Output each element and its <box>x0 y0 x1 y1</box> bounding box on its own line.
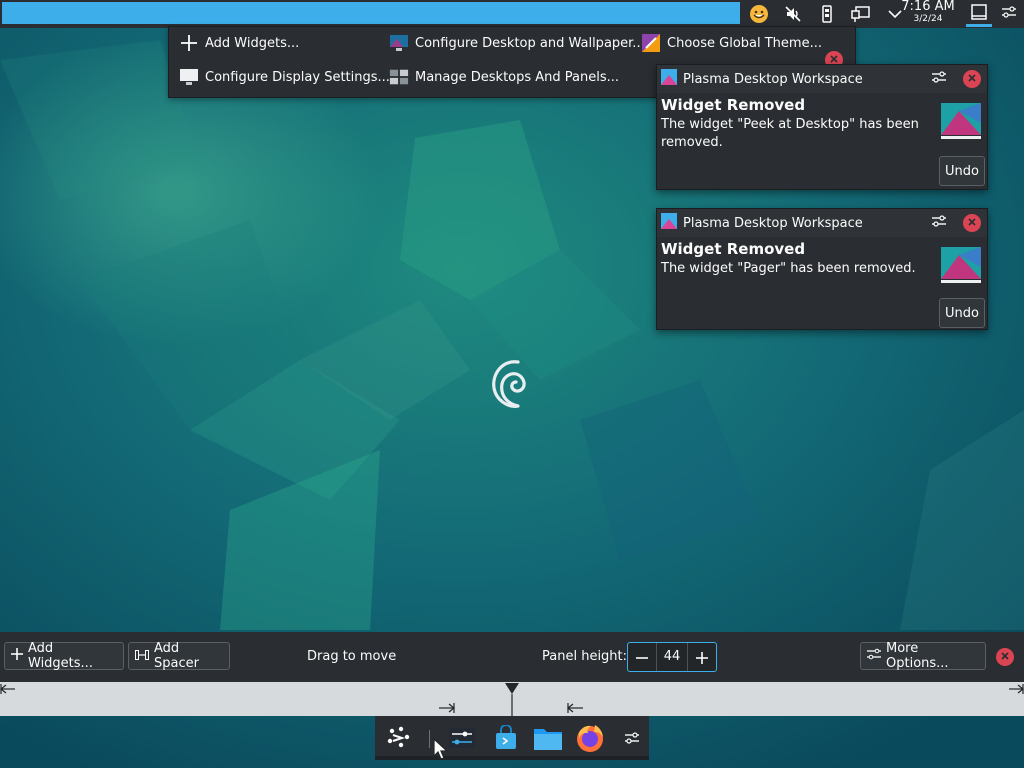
decrease-height-button[interactable] <box>628 643 656 671</box>
right-edge-arrow-icon[interactable] <box>1008 682 1024 700</box>
panel-height-spinbox[interactable]: 44 <box>627 642 717 672</box>
discover-store-icon[interactable] <box>489 722 523 754</box>
sliders-icon <box>931 214 947 232</box>
close-edit-mode-button[interactable] <box>996 648 1014 666</box>
window-icon <box>971 4 987 24</box>
usb-device-icon[interactable] <box>810 0 844 28</box>
notification-config-button[interactable] <box>929 70 949 88</box>
system-settings-icon[interactable] <box>445 722 479 754</box>
plasma-app-icon <box>661 213 677 233</box>
left-edge-arrow-icon[interactable] <box>0 682 16 700</box>
panel-size-ruler <box>0 682 1024 716</box>
notification-title: Widget Removed <box>661 96 806 114</box>
add-spacer-label: Add Spacer <box>154 641 199 671</box>
panel-config-icon[interactable] <box>615 722 649 754</box>
notification-close-button[interactable] <box>963 214 981 232</box>
toolbox-item-label: Add Widgets... <box>205 35 300 51</box>
notification-body: The widget "Peek at Desktop" has been re… <box>661 117 919 150</box>
debian-logo <box>492 360 526 408</box>
offset-handle-icon[interactable] <box>503 682 521 720</box>
toolbox-display-settings[interactable]: Configure Display Settings... <box>179 62 390 92</box>
file-manager-icon[interactable] <box>531 722 565 754</box>
digital-clock[interactable]: 7:16 AM 3/2/24 <box>898 0 958 25</box>
toolbox-item-label: Configure Display Settings... <box>205 69 390 85</box>
minus-icon <box>636 645 648 669</box>
undo-button[interactable]: Undo <box>939 298 985 328</box>
bottom-panel <box>375 716 649 760</box>
notification-thumbnail <box>941 103 981 141</box>
increase-height-button[interactable] <box>688 643 716 671</box>
top-panel-task-manager[interactable] <box>2 2 740 24</box>
plasma-app-icon <box>661 69 677 89</box>
sliders-icon <box>931 70 947 88</box>
plus-icon <box>179 33 199 53</box>
active-indicator <box>966 24 992 27</box>
add-spacer-button[interactable]: Add Spacer <box>128 641 230 671</box>
notification-body: The widget "Pager" has been removed. <box>661 261 916 276</box>
network-icon[interactable] <box>844 0 878 28</box>
toolbox-manage-desktops[interactable]: Manage Desktops And Panels... <box>389 62 619 92</box>
toolbox-item-label: Choose Global Theme... <box>667 35 822 51</box>
notification-popup: Plasma Desktop Workspace Widget Removed … <box>656 64 988 190</box>
task-separator <box>429 730 430 748</box>
sliders-icon <box>1001 5 1017 23</box>
application-launcher-icon[interactable] <box>381 722 415 754</box>
emoji-icon[interactable] <box>742 0 776 28</box>
close-icon <box>1000 650 1010 665</box>
more-options-label: More Options... <box>886 641 949 671</box>
panel-edit-toolbar: Add Widgets... Add Spacer Drag to move P… <box>0 632 1024 682</box>
top-panel: 7:16 AM 3/2/24 <box>0 0 1024 28</box>
notification-app-name: Plasma Desktop Workspace <box>683 215 863 231</box>
add-widgets-button[interactable]: Add Widgets... <box>4 641 124 671</box>
color-theme-icon <box>641 33 661 53</box>
notification-popup: Plasma Desktop Workspace Widget Removed … <box>656 208 988 330</box>
volume-muted-icon[interactable] <box>776 0 810 28</box>
close-icon <box>967 72 977 87</box>
plus-icon <box>11 648 23 664</box>
close-icon <box>967 216 977 231</box>
notification-app-name: Plasma Desktop Workspace <box>683 71 863 87</box>
notification-config-button[interactable] <box>929 214 949 232</box>
notification-title: Widget Removed <box>661 240 806 258</box>
panel-edge <box>375 756 649 760</box>
notification-thumbnail <box>941 247 981 285</box>
add-widgets-label: Add Widgets... <box>28 641 93 671</box>
sliders-icon <box>867 648 881 664</box>
spacer-icon <box>135 649 149 664</box>
toolbox-configure-desktop[interactable]: Configure Desktop and Wallpaper... <box>389 28 645 58</box>
toolbox-item-label: Manage Desktops And Panels... <box>415 69 620 85</box>
notification-close-button[interactable] <box>963 70 981 88</box>
toolbox-global-theme[interactable]: Choose Global Theme... <box>641 28 822 58</box>
clock-date: 3/2/24 <box>913 14 943 24</box>
system-tray <box>742 0 912 28</box>
panel-height-label: Panel height: <box>542 649 628 664</box>
clock-time: 7:16 AM <box>901 0 955 14</box>
more-options-button[interactable]: More Options... <box>860 641 986 671</box>
desktop-wallpaper-icon <box>389 33 409 53</box>
toolbox-item-label: Configure Desktop and Wallpaper... <box>415 35 645 51</box>
toolbox-add-widgets[interactable]: Add Widgets... <box>179 28 299 58</box>
panel-config-button[interactable] <box>996 0 1022 28</box>
plus-icon <box>696 645 708 669</box>
desktops-panels-icon <box>389 67 409 87</box>
panel-height-value[interactable]: 44 <box>656 643 688 671</box>
firefox-icon[interactable] <box>573 722 607 754</box>
mouse-cursor-icon <box>433 738 449 760</box>
drag-to-move-handle[interactable]: Drag to move <box>307 649 396 664</box>
undo-button[interactable]: Undo <box>939 156 985 186</box>
monitor-icon <box>179 67 199 87</box>
